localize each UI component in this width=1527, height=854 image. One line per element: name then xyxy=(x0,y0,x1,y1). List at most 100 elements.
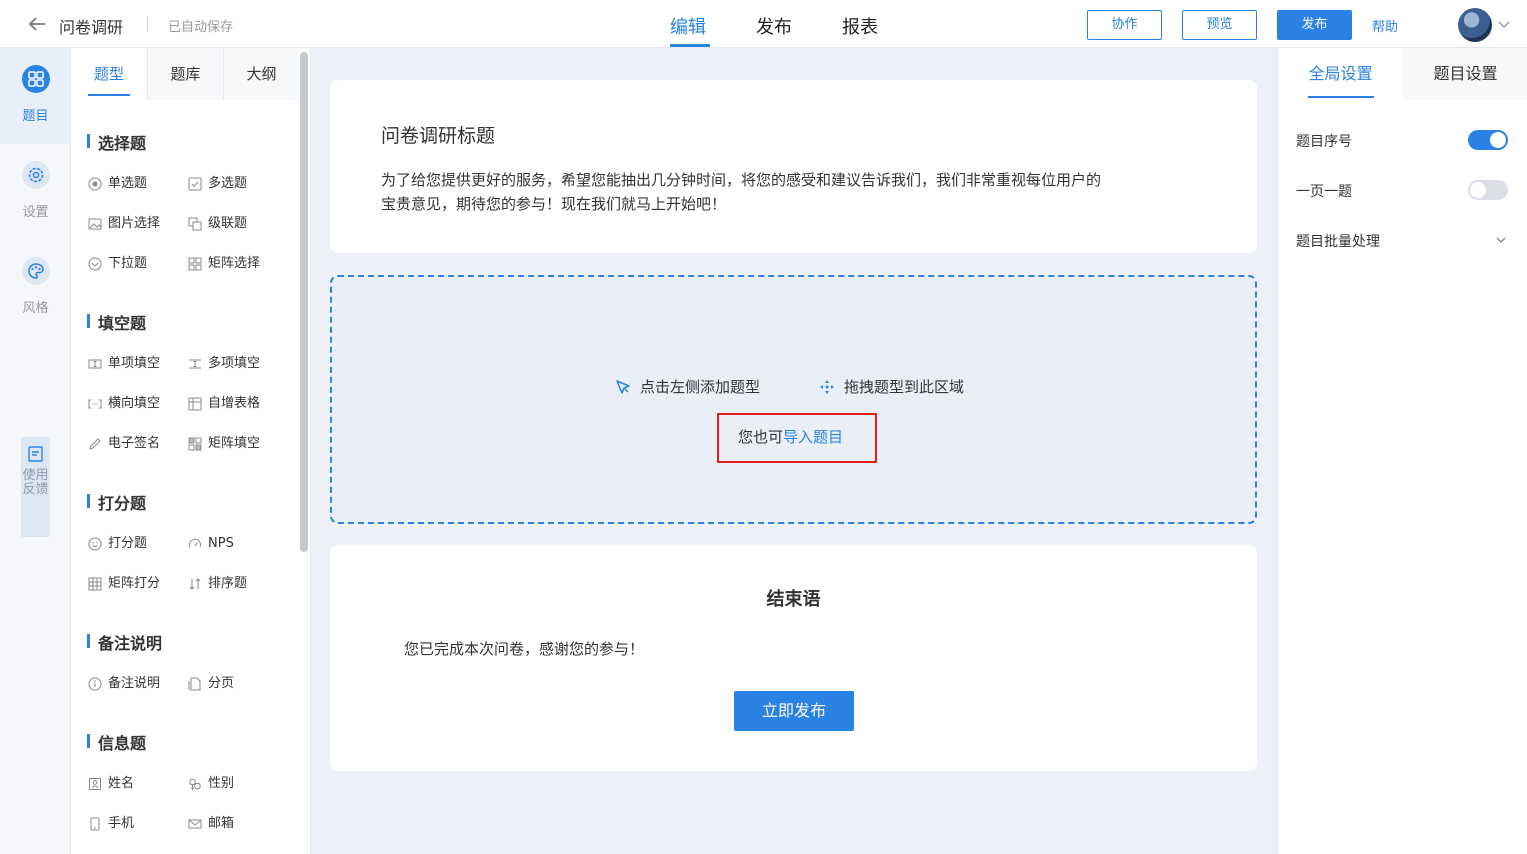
tab-report[interactable]: 报表 xyxy=(842,13,878,39)
drag-hint: 拖拽题型到此区域 xyxy=(818,376,964,397)
qtype-matrix-choice[interactable]: 矩阵选择 xyxy=(188,254,260,274)
settings-panel: 全局设置 题目设置 题目序号 一页一题 题目批量处理 xyxy=(1277,48,1527,854)
qtype-email[interactable]: 邮箱 xyxy=(188,814,234,834)
tab-question-settings[interactable]: 题目设置 xyxy=(1403,48,1527,100)
qtype-single-fill[interactable]: 单项填空 xyxy=(88,354,160,374)
publish-button[interactable]: 发布 xyxy=(1277,10,1352,40)
toggle-knob xyxy=(1470,182,1486,198)
qtype-horizontal-fill[interactable]: 横向填空 xyxy=(88,394,160,414)
smiley-icon xyxy=(88,537,102,551)
page-icon xyxy=(188,677,201,691)
section-title-info: 信息题 xyxy=(87,730,146,754)
setting-question-number-label: 题目序号 xyxy=(1296,134,1352,150)
qtype-name[interactable]: 姓名 xyxy=(88,774,134,794)
rail-label: 风格 xyxy=(22,301,49,316)
qtype-sort[interactable]: 排序题 xyxy=(188,574,247,594)
qtype-note[interactable]: 备注说明 xyxy=(88,674,160,694)
pen-icon xyxy=(89,438,101,450)
rail-item-questions[interactable]: 题目 xyxy=(0,48,71,144)
ending-card[interactable]: 结束语 您已完成本次问卷，感谢您的参与！ 立即发布 xyxy=(330,545,1257,771)
qtype-single-choice[interactable]: 单选题 xyxy=(88,174,147,194)
top-bar: 问卷调研 已自动保存 编辑 发布 报表 协作 预览 发布 帮助 xyxy=(0,0,1527,48)
qtype-multi-fill[interactable]: 多项填空 xyxy=(188,354,260,374)
survey-description[interactable]: 为了给您提供更好的服务，希望您能抽出几分钟时间，将您的感受和建议告诉我们，我们非… xyxy=(381,168,1101,216)
section-title-notes: 备注说明 xyxy=(87,630,162,654)
tab-global-settings[interactable]: 全局设置 xyxy=(1278,48,1403,100)
click-pointer-icon xyxy=(616,380,630,394)
qtype-phone[interactable]: 手机 xyxy=(88,814,134,834)
click-hint: 点击左侧添加题型 xyxy=(614,376,760,397)
qtype-matrix-fill[interactable]: 矩阵填空 xyxy=(188,434,260,454)
qtype-page-break[interactable]: 分页 xyxy=(188,674,234,694)
dropdown-icon xyxy=(88,257,102,271)
publish-now-button[interactable]: 立即发布 xyxy=(734,691,854,731)
survey-header-card[interactable]: 问卷调研标题 为了给您提供更好的服务，希望您能抽出几分钟时间，将您的感受和建议告… xyxy=(330,80,1257,253)
collaborate-button[interactable]: 协作 xyxy=(1087,10,1162,40)
left-icon-rail: 题目 设置 风格 使用反馈 xyxy=(0,48,71,854)
qtype-auto-table[interactable]: 自增表格 xyxy=(188,394,260,414)
matrix-rating-icon xyxy=(88,577,102,591)
palette-icon xyxy=(22,257,50,285)
qtype-dropdown[interactable]: 下拉题 xyxy=(88,254,147,274)
app-title: 问卷调研 xyxy=(59,18,124,37)
move-arrows-icon xyxy=(820,380,834,394)
tab-outline[interactable]: 大纲 xyxy=(223,48,299,100)
qtype-multi-choice[interactable]: 多选题 xyxy=(188,174,247,194)
avatar[interactable] xyxy=(1458,8,1492,42)
question-number-toggle[interactable] xyxy=(1468,130,1508,150)
tab-edit[interactable]: 编辑 xyxy=(670,13,706,39)
qtype-nps[interactable]: NPS xyxy=(188,534,234,554)
gauge-icon xyxy=(189,538,201,548)
checkbox-icon xyxy=(188,177,202,191)
toggle-knob xyxy=(1490,132,1506,148)
rail-item-style[interactable]: 风格 xyxy=(0,240,71,336)
scrollbar[interactable] xyxy=(300,52,308,552)
help-link[interactable]: 帮助 xyxy=(1372,16,1398,35)
qtype-matrix-rating[interactable]: 矩阵打分 xyxy=(88,574,160,594)
grid-icon xyxy=(22,65,50,93)
edit-note-icon xyxy=(28,446,43,462)
setting-batch-process-label[interactable]: 题目批量处理 xyxy=(1296,231,1380,251)
question-dropzone[interactable]: 点击左侧添加题型 拖拽题型到此区域 您也可导入题目 xyxy=(330,275,1257,524)
feedback-button[interactable]: 使用反馈 xyxy=(21,437,50,537)
setting-one-per-page-label: 一页一题 xyxy=(1296,184,1352,200)
active-tab-indicator xyxy=(1308,96,1374,98)
gear-icon xyxy=(22,161,50,189)
sort-icon xyxy=(189,578,201,590)
qtype-cascade[interactable]: 级联题 xyxy=(188,214,247,234)
active-tab-indicator xyxy=(670,44,710,47)
one-per-page-toggle[interactable] xyxy=(1468,180,1508,200)
image-icon xyxy=(88,218,102,230)
question-panel-tabs: 题型 题库 大纲 xyxy=(71,48,299,100)
info-icon xyxy=(88,677,102,691)
rail-item-settings[interactable]: 设置 xyxy=(0,144,71,240)
qtype-image-choice[interactable]: 图片选择 xyxy=(88,214,160,234)
qtype-gender[interactable]: 性别 xyxy=(188,774,234,794)
settings-tabs: 全局设置 题目设置 xyxy=(1278,48,1527,100)
gender-icon xyxy=(189,778,201,790)
matrix-icon xyxy=(188,257,202,271)
ending-title: 结束语 xyxy=(766,589,821,610)
autosave-status: 已自动保存 xyxy=(168,20,234,35)
chevron-down-icon[interactable] xyxy=(1497,17,1511,31)
ending-text[interactable]: 您已完成本次问卷，感谢您的参与！ xyxy=(404,638,644,659)
chevron-down-icon[interactable] xyxy=(1494,233,1508,247)
section-title-fill-blank: 填空题 xyxy=(87,310,146,334)
section-title-rating: 打分题 xyxy=(87,490,146,514)
table-icon xyxy=(188,397,202,411)
rail-label: 设置 xyxy=(22,205,49,220)
back-arrow-icon[interactable] xyxy=(26,13,48,35)
divider xyxy=(147,16,148,32)
tab-publish[interactable]: 发布 xyxy=(756,13,792,39)
qtype-signature[interactable]: 电子签名 xyxy=(88,434,160,454)
tab-question-bank[interactable]: 题库 xyxy=(147,48,223,100)
rail-label: 题目 xyxy=(22,109,49,124)
active-tab-indicator xyxy=(88,94,130,96)
highlight-annotation xyxy=(717,413,877,463)
multi-text-input-icon xyxy=(189,359,201,369)
survey-title[interactable]: 问卷调研标题 xyxy=(381,121,495,148)
qtype-rating[interactable]: 打分题 xyxy=(88,534,147,554)
section-title-choice: 选择题 xyxy=(87,130,146,154)
preview-button[interactable]: 预览 xyxy=(1182,10,1257,40)
tab-question-types[interactable]: 题型 xyxy=(71,48,147,100)
